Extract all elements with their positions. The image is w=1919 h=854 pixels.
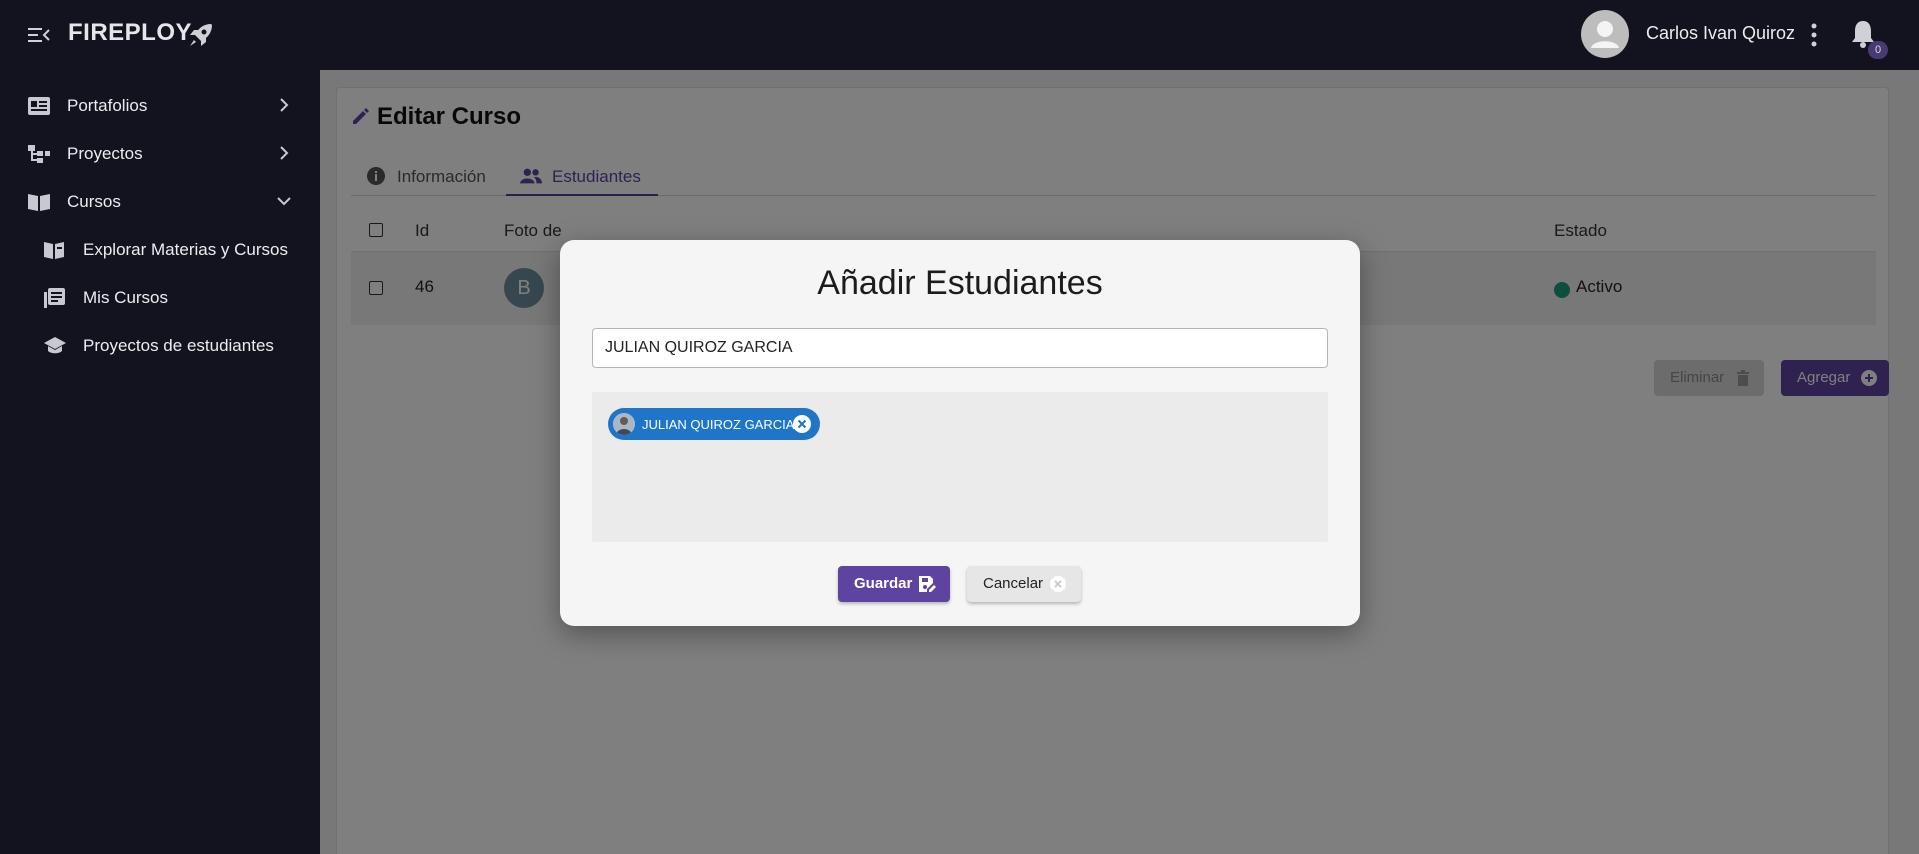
top-bar: FIREPLOY Carlos Ivan Quiroz 0 xyxy=(0,0,1919,70)
graduation-cap-icon xyxy=(44,337,66,354)
cancel-button-label: Cancelar xyxy=(983,575,1044,592)
chip-remove-icon[interactable] xyxy=(793,415,811,433)
save-button[interactable]: Guardar xyxy=(838,566,950,602)
chip-avatar xyxy=(613,413,635,435)
library-icon xyxy=(44,288,65,308)
dialog-title: Añadir Estudiantes xyxy=(817,264,1103,302)
cancel-button[interactable]: Cancelar xyxy=(967,566,1081,602)
sidebar-item-label: Mis Cursos xyxy=(83,288,169,307)
chip-label: JULIAN QUIROZ GARCIA xyxy=(642,417,795,432)
user-avatar[interactable] xyxy=(1581,10,1629,58)
more-vert-icon[interactable] xyxy=(1804,20,1824,50)
sidebar-item-label: Explorar Materias y Cursos xyxy=(83,240,289,259)
sidebar-item-label: Portafolios xyxy=(67,96,148,115)
person-photo-icon xyxy=(613,413,635,435)
sidebar-item-explorar[interactable]: Explorar Materias y Cursos xyxy=(0,228,320,272)
sidebar-item-label: Proyectos de estudiantes xyxy=(83,336,274,355)
sidebar-item-mis-cursos[interactable]: Mis Cursos xyxy=(0,276,320,320)
save-edit-icon xyxy=(919,576,936,592)
chevron-down-icon xyxy=(277,197,291,206)
sidebar-item-proyectos-estudiantes[interactable]: Proyectos de estudiantes xyxy=(0,324,320,368)
user-avatar-icon xyxy=(1591,21,1619,48)
sidebar-item-cursos[interactable]: Cursos xyxy=(0,180,320,224)
chevron-right-icon xyxy=(280,146,289,160)
student-search-input[interactable] xyxy=(592,328,1328,368)
chevron-right-icon xyxy=(280,98,289,112)
portfolio-icon xyxy=(28,97,50,115)
sidebar-item-portafolios[interactable]: Portafolios xyxy=(0,84,320,128)
notification-badge: 0 xyxy=(1868,41,1888,59)
sidebar-item-label: Proyectos xyxy=(67,144,143,163)
sidebar: Portafolios Proyectos Cursos Explorar Ma… xyxy=(0,70,320,854)
student-chip[interactable]: JULIAN QUIROZ GARCIA xyxy=(608,408,820,440)
brand-name[interactable]: FIREPLOY xyxy=(68,19,192,47)
rocket-icon xyxy=(190,24,212,46)
menu-collapse-icon[interactable] xyxy=(28,25,50,45)
project-tree-icon xyxy=(28,145,50,163)
user-name[interactable]: Carlos Ivan Quiroz xyxy=(1646,23,1795,44)
cancel-circle-icon xyxy=(1050,576,1066,592)
sidebar-item-proyectos[interactable]: Proyectos xyxy=(0,132,320,176)
book-open-icon xyxy=(28,194,50,211)
sidebar-item-label: Cursos xyxy=(67,192,121,211)
add-students-dialog: Añadir Estudiantes JULIAN QUIROZ GARCIA … xyxy=(560,240,1360,626)
book-explore-icon xyxy=(44,242,64,259)
selected-students-area: JULIAN QUIROZ GARCIA xyxy=(592,392,1328,542)
save-button-label: Guardar xyxy=(854,575,913,592)
